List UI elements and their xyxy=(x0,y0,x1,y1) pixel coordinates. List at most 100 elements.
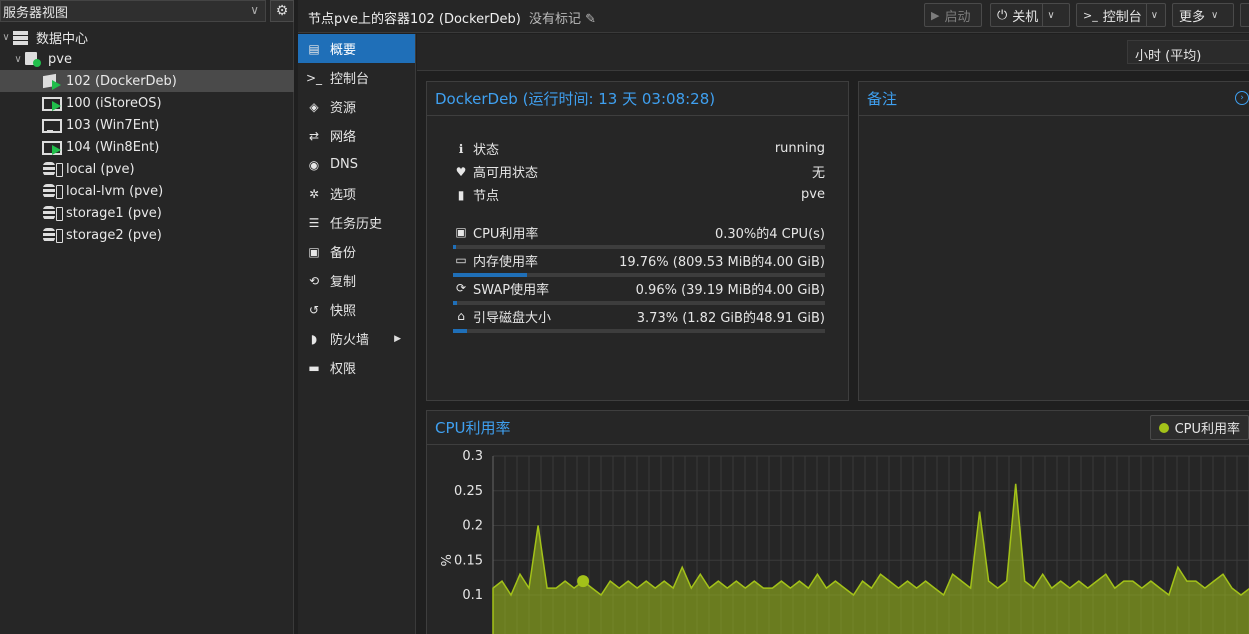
status-row-label: 状态 xyxy=(473,143,500,158)
nav-item[interactable]: ☰ 任务历史 xyxy=(298,208,415,237)
status-row-label: 节点 xyxy=(473,189,500,204)
nav-item-label: 权限 xyxy=(330,362,357,377)
status-row: ♥ 高可用状态 无 xyxy=(453,160,825,183)
chevron-down-icon: ∨ xyxy=(1211,9,1219,21)
tree-item-label: local (pve) xyxy=(66,161,135,177)
nav-item[interactable]: ◉ DNS xyxy=(298,150,415,179)
tree-item[interactable]: 104 (Win8Ent) xyxy=(0,136,294,158)
edit-notes-icon[interactable]: › xyxy=(1235,91,1249,105)
nav-item[interactable]: ◈ 资源 xyxy=(298,92,415,121)
tree-item[interactable]: 103 (Win7Ent) xyxy=(0,114,294,136)
tags-editor[interactable]: 没有标记 ✎ xyxy=(529,8,596,27)
tree-item[interactable]: storage1 (pve) xyxy=(0,202,294,224)
node-icon xyxy=(24,51,42,67)
pencil-icon[interactable]: ✎ xyxy=(585,12,596,27)
metric-progress-fill xyxy=(453,329,467,333)
top-toolbar: 节点pve上的容器102 (DockerDeb) 没有标记 ✎ ▶ 启动 ⏻ 关… xyxy=(298,0,1249,33)
tree-item-label: pve xyxy=(48,51,72,67)
nav-item[interactable]: ⟲ 复制 xyxy=(298,266,415,295)
more-button[interactable]: 更多 ∨ xyxy=(1172,3,1234,27)
status-row-value: running xyxy=(774,141,825,156)
view-select-label: 服务器视图 xyxy=(3,5,69,21)
tree-item[interactable]: 102 (DockerDeb) xyxy=(0,70,294,92)
tags-label: 没有标记 xyxy=(529,12,582,27)
book-icon: ▤ xyxy=(308,41,320,56)
retweet-icon: ⟲ xyxy=(308,273,320,288)
start-button[interactable]: ▶ 启动 xyxy=(924,3,982,27)
cpu-data-point[interactable] xyxy=(577,575,590,588)
cube-icon: ◈ xyxy=(309,99,319,114)
nav-item[interactable]: ⇄ 网络 xyxy=(298,121,415,150)
nav-item-label: 任务历史 xyxy=(330,217,383,232)
nav-item[interactable]: ✲ 选项 xyxy=(298,179,415,208)
tree-item[interactable]: storage2 (pve) xyxy=(0,224,294,246)
expand-toggle-icon[interactable]: ∨ xyxy=(0,32,12,43)
nav-item[interactable]: ▤ 概要 xyxy=(298,34,415,63)
help-button[interactable] xyxy=(1240,3,1249,27)
shutdown-button[interactable]: ⏻ 关机 ∨ xyxy=(990,3,1070,27)
nav-item[interactable]: ◗ 防火墙 ▶ xyxy=(298,324,415,353)
tree-item-label: storage1 (pve) xyxy=(66,205,162,221)
metric-row: ⟳ SWAP使用率 0.96% (39.19 MiB的4.00 GiB) xyxy=(453,277,825,305)
storage-icon xyxy=(42,205,63,221)
tree-item[interactable]: 100 (iStoreOS) xyxy=(0,92,294,114)
vm-stopped-icon xyxy=(42,117,62,133)
exchange-icon: ⇄ xyxy=(308,128,320,143)
nav-item[interactable]: >_ 控制台 xyxy=(298,63,415,92)
metric-value: 19.76% (809.53 MiB的4.00 GiB) xyxy=(619,254,825,270)
console-button[interactable]: >_ 控制台 ∨ xyxy=(1076,3,1166,27)
chevron-down-icon[interactable]: ∨ xyxy=(1151,10,1158,21)
tree-item[interactable]: local (pve) xyxy=(0,158,294,180)
nav-item-label: 控制台 xyxy=(330,72,370,87)
vm-running-icon xyxy=(42,139,62,155)
nav-item[interactable]: ↺ 快照 xyxy=(298,295,415,324)
metric-value: 3.73% (1.82 GiB的48.91 GiB) xyxy=(636,310,825,326)
hdd-icon: ⌂ xyxy=(457,309,465,323)
y-tick-label: 0.3 xyxy=(462,449,483,464)
expand-toggle-icon[interactable]: ∨ xyxy=(12,54,24,65)
nav-item[interactable]: ▣ 备份 xyxy=(298,237,415,266)
notes-panel-title: 备注 › xyxy=(859,82,1249,116)
metric-value: 0.30%的4 CPU(s) xyxy=(714,226,825,242)
tree-item[interactable]: local-lvm (pve) xyxy=(0,180,294,202)
notes-panel: 备注 › xyxy=(858,81,1249,401)
status-row: ▮ 节点 pve xyxy=(453,183,825,206)
status-row-value: 无 xyxy=(811,166,825,181)
gear-icon: ✲ xyxy=(308,186,320,201)
tree-item-label: local-lvm (pve) xyxy=(66,183,164,199)
nav-item[interactable]: ▬ 权限 xyxy=(298,353,415,382)
refresh-icon: ⟳ xyxy=(455,281,467,295)
y-tick-label: 0.1 xyxy=(462,588,483,603)
tree-settings-gear-button[interactable]: ⚙ xyxy=(270,0,294,22)
metric-label: 引导磁盘大小 xyxy=(473,310,552,326)
submenu-arrow-icon: ▶ xyxy=(394,333,401,344)
metric-progress-bar xyxy=(453,329,825,333)
floppy-icon: ▣ xyxy=(308,244,320,259)
resource-metrics: ▣ CPU利用率 0.30%的4 CPU(s) ▭ 内存使用率 19.76% (809.5… xyxy=(453,221,825,333)
metric-label: SWAP使用率 xyxy=(473,282,550,298)
cpu-usage-chart: 0.3 0.25 0.2 0.15 0.1% xyxy=(440,449,1249,634)
nav-item-label: 选项 xyxy=(330,188,357,203)
timeframe-select[interactable]: 小时 (平均) xyxy=(1127,40,1249,64)
nav-item-label: 网络 xyxy=(330,130,357,145)
shield-icon: ◗ xyxy=(310,331,318,346)
storage-icon xyxy=(42,227,63,243)
summary-toolbar: 小时 (平均) xyxy=(417,34,1249,71)
metric-row: ⌂ 引导磁盘大小 3.73% (1.82 GiB的48.91 GiB) xyxy=(453,305,825,333)
chevron-down-icon[interactable]: ∨ xyxy=(1047,10,1054,21)
chart-legend-toggle[interactable]: CPU利用率 xyxy=(1149,415,1249,440)
metric-label: CPU利用率 xyxy=(473,226,539,242)
cpu-icon: ▣ xyxy=(455,225,467,239)
view-select[interactable]: 服务器视图 ∨ xyxy=(0,0,266,22)
tree-item[interactable]: ∨ pve xyxy=(0,48,294,70)
nav-item-label: 复制 xyxy=(330,275,357,290)
play-icon: ▶ xyxy=(931,8,940,22)
status-row: ℹ 状态 running xyxy=(453,137,825,160)
status-rows: ℹ 状态 running ♥ 高可用状态 无 ▮ 节点 pve xyxy=(453,137,825,206)
storage-icon xyxy=(42,161,63,177)
nav-item-label: 概要 xyxy=(330,43,357,58)
metric-row: ▭ 内存使用率 19.76% (809.53 MiB的4.00 GiB) xyxy=(453,249,825,277)
tree-item-label: 100 (iStoreOS) xyxy=(66,95,162,111)
tree-item[interactable]: ∨ 数据中心 xyxy=(0,26,294,48)
datacenter-icon xyxy=(12,29,30,45)
